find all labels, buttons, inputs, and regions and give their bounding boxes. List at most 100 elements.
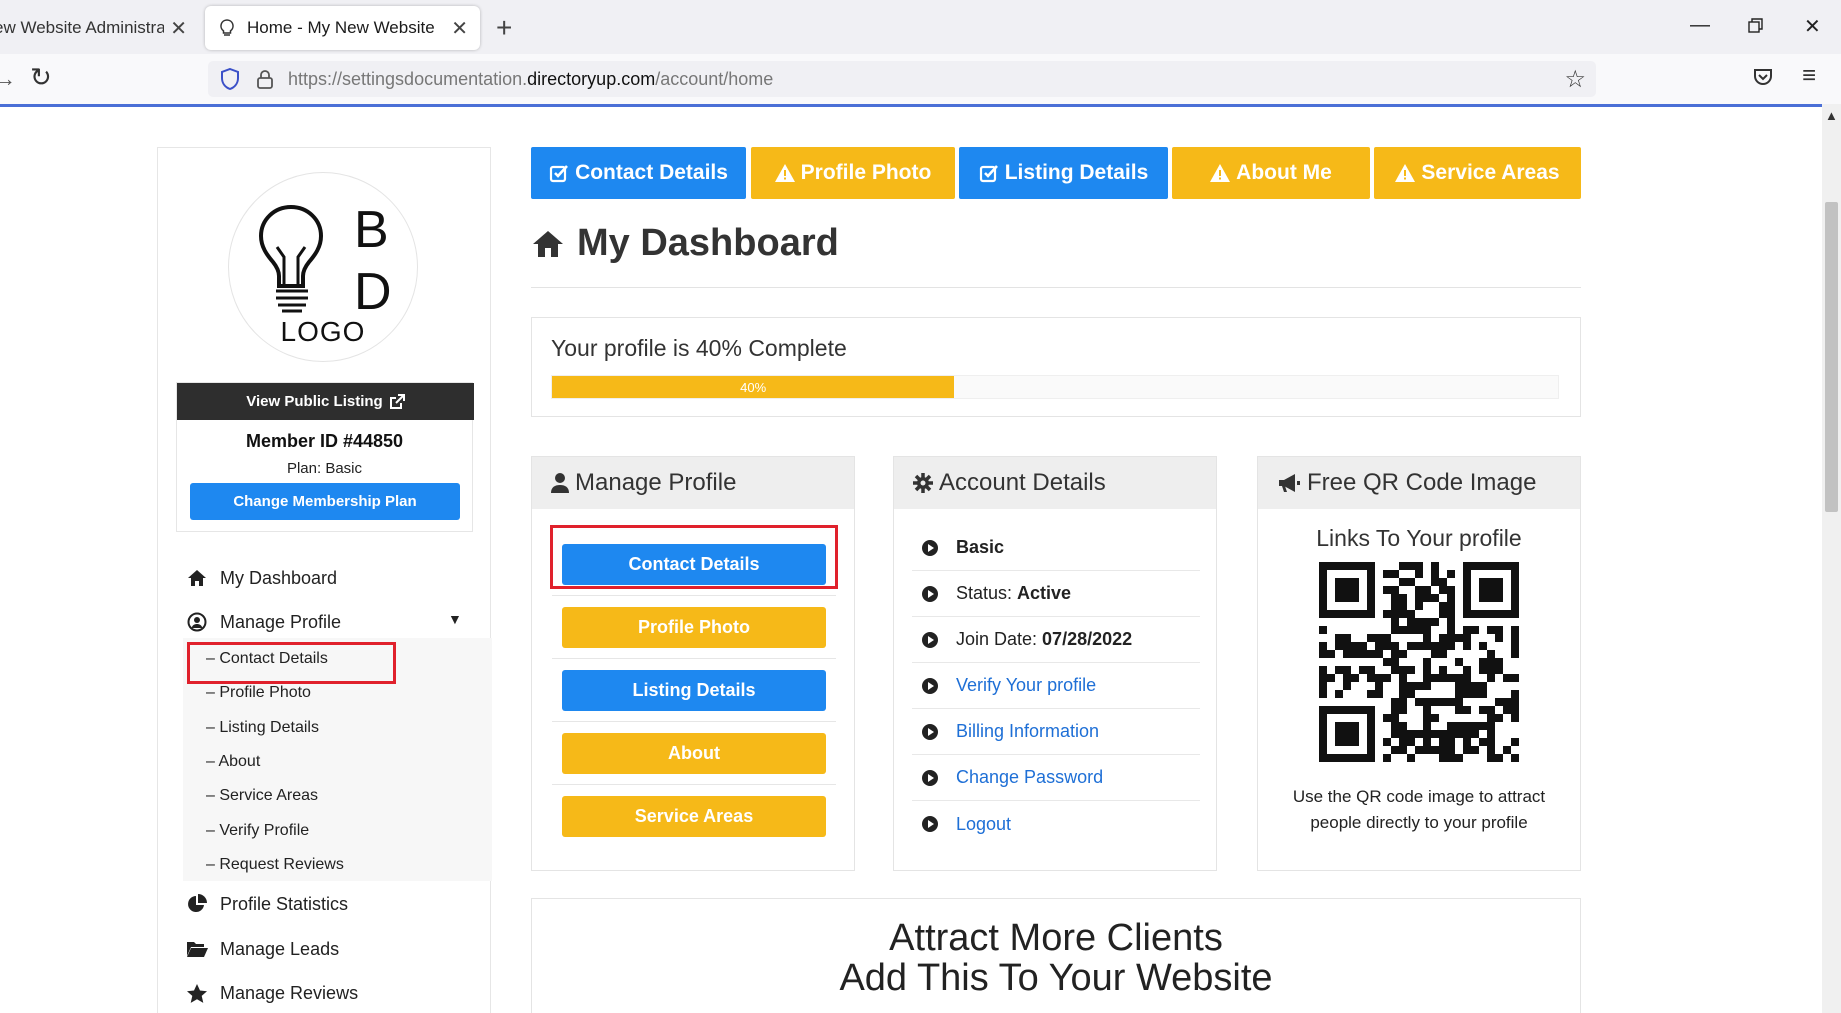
qr-module [1511, 634, 1519, 642]
service-areas-button[interactable]: Service Areas [562, 796, 826, 837]
restore-icon[interactable] [1748, 18, 1764, 34]
warning-icon [1395, 164, 1416, 182]
back-arrow-icon[interactable]: → [0, 66, 16, 92]
hamburger-menu-icon[interactable]: ≡ [1802, 62, 1816, 90]
highlight-box [550, 525, 838, 589]
close-tab-icon[interactable]: ✕ [170, 16, 187, 41]
address-bar[interactable]: https://settingsdocumentation.directoryu… [208, 61, 1596, 97]
qr-module [1399, 674, 1407, 682]
scroll-up-icon[interactable]: ▲ [1825, 108, 1838, 123]
browser-toolbar: → ↻ https://settingsdocumentation.direct… [0, 54, 1841, 104]
qr-module [1391, 698, 1399, 706]
view-public-listing-button[interactable]: View Public Listing [177, 383, 474, 420]
qr-module [1471, 722, 1479, 730]
lock-icon[interactable] [256, 69, 274, 89]
qr-module [1479, 642, 1487, 650]
panel-heading: Account Details [894, 457, 1216, 509]
about-button[interactable]: About [562, 733, 826, 774]
qr-module [1471, 690, 1479, 698]
qr-module [1431, 570, 1439, 578]
sidebar-subitem-request-reviews[interactable]: – Request Reviews [206, 856, 344, 874]
tab-about-me[interactable]: About Me [1172, 147, 1370, 199]
plan-value: Basic [956, 537, 1005, 557]
sidebar-item-manage-profile[interactable]: Manage Profile [186, 607, 341, 637]
qr-module [1511, 714, 1519, 722]
play-circle-icon [922, 723, 938, 740]
pocket-icon[interactable] [1752, 66, 1774, 88]
tab-listing-details[interactable]: Listing Details [959, 147, 1168, 199]
qr-module [1423, 698, 1431, 706]
qr-module [1447, 602, 1455, 610]
tab-contact-details[interactable]: Contact Details [531, 147, 746, 199]
sidebar-subitem-about[interactable]: – About [206, 753, 260, 771]
join-date-row: Join Date: 07/28/2022 [912, 617, 1200, 663]
qr-module [1487, 730, 1495, 738]
qr-module [1391, 642, 1399, 650]
qr-module [1423, 706, 1431, 714]
sidebar-item-label: Manage Profile [220, 611, 342, 632]
qr-module [1383, 738, 1391, 746]
qr-module [1495, 658, 1503, 666]
chevron-down-icon[interactable]: ▼ [448, 611, 462, 627]
profile-photo-button[interactable]: Profile Photo [562, 607, 826, 648]
qr-module [1319, 674, 1327, 682]
qr-module [1359, 666, 1367, 674]
qr-module [1463, 666, 1471, 674]
change-membership-plan-button[interactable]: Change Membership Plan [190, 483, 460, 520]
sidebar-subitem-listing-details[interactable]: – Listing Details [206, 719, 319, 737]
close-tab-icon[interactable]: ✕ [451, 16, 468, 41]
qr-module [1487, 714, 1495, 722]
sidebar-subitem-service-areas[interactable]: – Service Areas [206, 787, 318, 805]
qr-module [1511, 738, 1519, 746]
qr-module [1391, 746, 1399, 754]
browser-tab-admin[interactable]: ew Website Administration ✕ [0, 6, 195, 50]
page-scrollbar[interactable]: ▲ [1822, 104, 1841, 1013]
reload-icon[interactable]: ↻ [30, 62, 52, 93]
qr-code-image[interactable] [1319, 562, 1519, 762]
change-password-link[interactable]: Change Password [912, 755, 1200, 801]
sidebar-subitem-verify-profile[interactable]: – Verify Profile [206, 822, 309, 840]
qr-module [1335, 690, 1343, 698]
qr-module [1399, 666, 1407, 674]
minimize-icon[interactable]: — [1690, 14, 1710, 37]
external-link-icon [389, 393, 405, 409]
qr-module [1319, 626, 1327, 634]
qr-module [1431, 650, 1439, 658]
tab-service-areas[interactable]: Service Areas [1374, 147, 1581, 199]
qr-module [1415, 594, 1423, 602]
qr-module [1319, 666, 1327, 674]
qr-module [1407, 730, 1415, 738]
new-tab-icon[interactable]: + [496, 12, 512, 44]
close-window-icon[interactable]: ✕ [1804, 14, 1821, 39]
tab-profile-photo[interactable]: Profile Photo [751, 147, 955, 199]
qr-module [1399, 578, 1407, 586]
shield-icon[interactable] [220, 68, 240, 90]
qr-module [1487, 658, 1495, 666]
sidebar-item-profile-statistics[interactable]: Profile Statistics [186, 889, 348, 919]
sidebar-subitem-profile-photo[interactable]: – Profile Photo [206, 684, 311, 702]
browser-tab-home[interactable]: Home - My New Website ✕ [205, 6, 480, 50]
billing-information-link[interactable]: Billing Information [912, 709, 1200, 755]
verify-profile-link[interactable]: Verify Your profile [912, 663, 1200, 709]
logo[interactable]: B D LOGO [228, 172, 418, 362]
sidebar-item-dashboard[interactable]: My Dashboard [186, 563, 337, 593]
qr-module [1487, 754, 1495, 762]
qr-module [1423, 738, 1431, 746]
qr-module [1367, 634, 1375, 642]
qr-module [1463, 682, 1471, 690]
sidebar-item-manage-reviews[interactable]: Manage Reviews [186, 978, 358, 1008]
sidebar-item-manage-leads[interactable]: Manage Leads [186, 934, 339, 964]
qr-module [1407, 642, 1415, 650]
qr-module [1487, 706, 1495, 714]
qr-module [1479, 658, 1487, 666]
attract-clients-card: Attract More Clients Add This To Your We… [531, 898, 1581, 1013]
listing-details-button[interactable]: Listing Details [562, 670, 826, 711]
qr-module [1351, 650, 1359, 658]
qr-module [1383, 674, 1391, 682]
logout-link[interactable]: Logout [912, 801, 1200, 847]
play-circle-icon [922, 539, 938, 556]
qr-module [1391, 658, 1399, 666]
scrollbar-thumb[interactable] [1825, 202, 1838, 512]
bookmark-star-icon[interactable]: ☆ [1564, 65, 1586, 94]
divider [552, 658, 836, 659]
